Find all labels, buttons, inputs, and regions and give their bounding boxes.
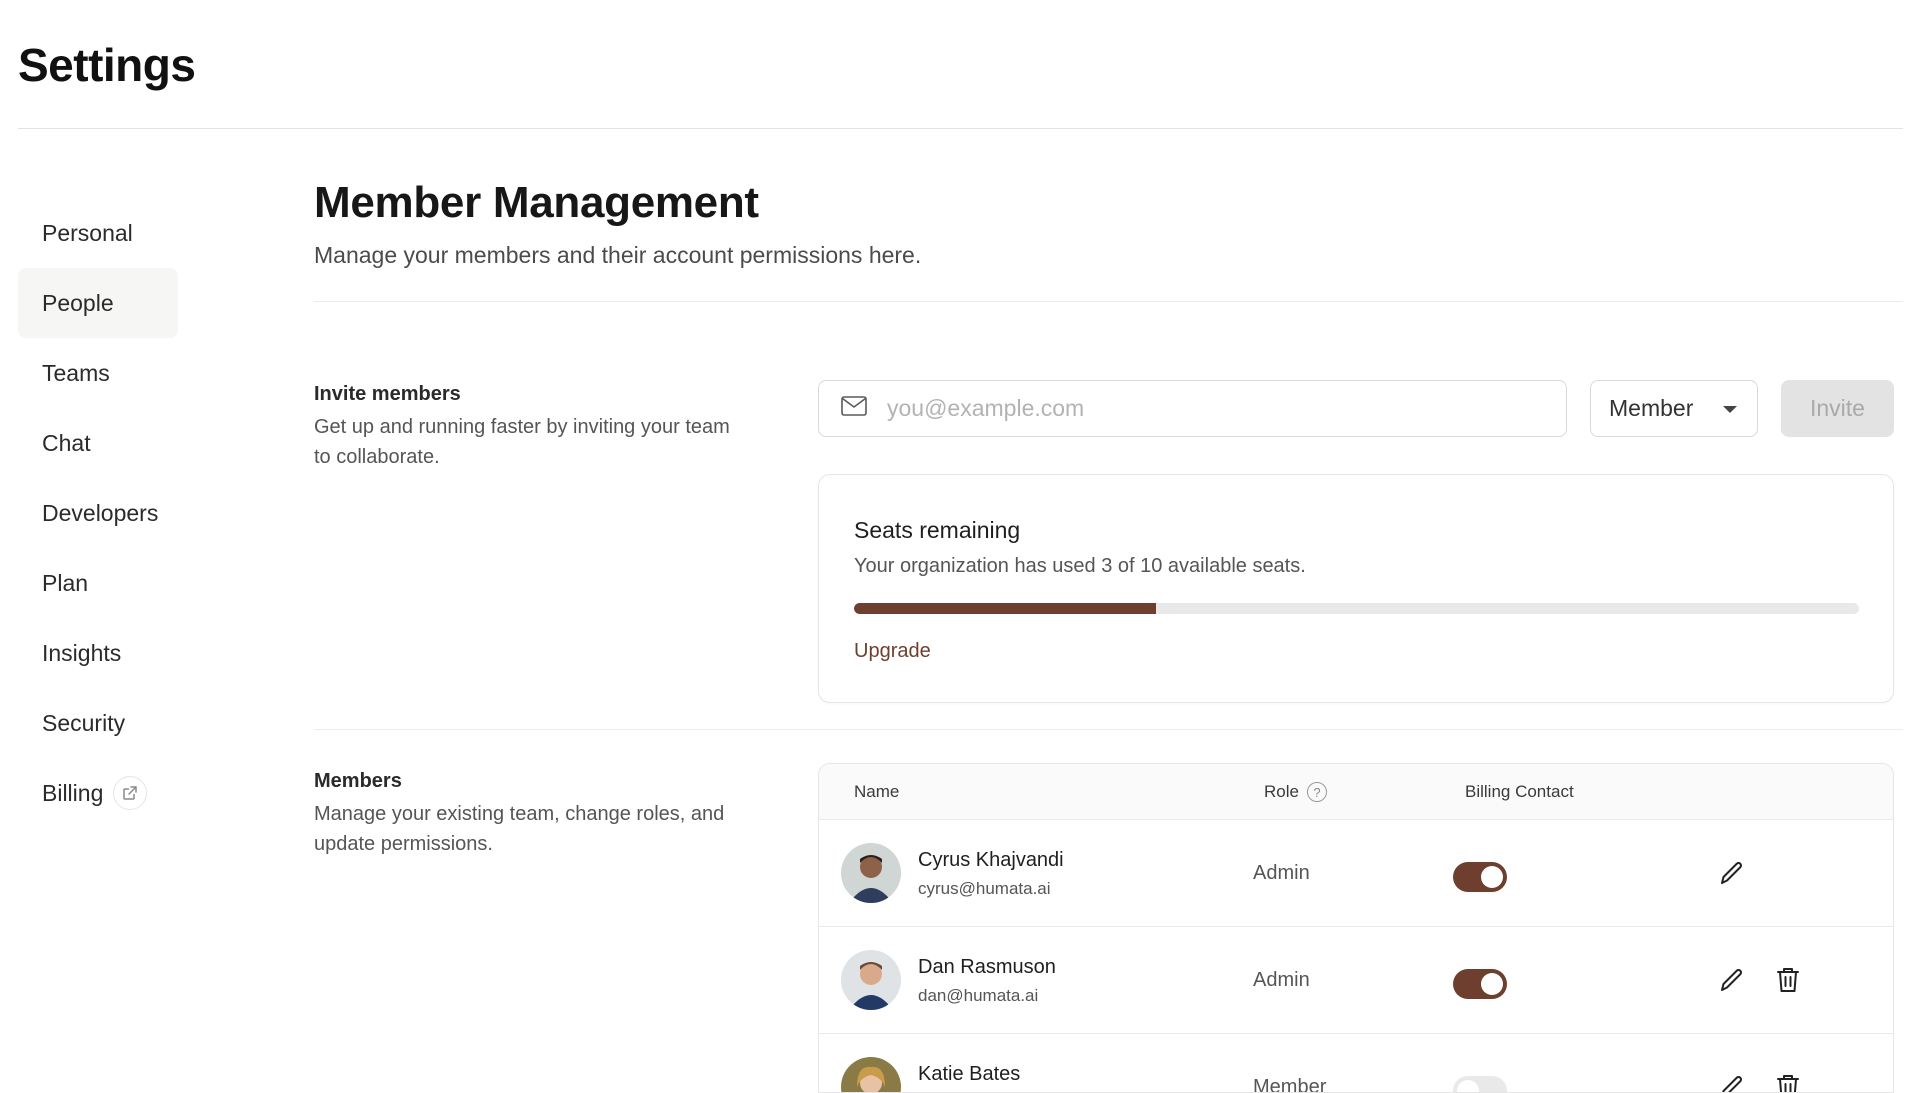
external-link-icon <box>113 776 148 810</box>
billing-contact-toggle[interactable] <box>1453 862 1507 892</box>
help-icon[interactable]: ? <box>1306 782 1327 802</box>
page-title: Settings <box>18 39 196 91</box>
mail-icon <box>841 396 867 421</box>
table-row: Katie Bates Member <box>819 1034 1893 1093</box>
email-field[interactable] <box>818 380 1567 437</box>
seats-title: Seats remaining <box>854 517 1021 543</box>
sidebar-item-label: Chat <box>42 429 91 456</box>
sidebar-item-label: Security <box>42 709 126 736</box>
email-input[interactable] <box>887 395 1527 422</box>
member-name: Dan Rasmuson <box>918 956 1056 978</box>
column-header-role: Role ? <box>1264 782 1327 802</box>
trash-icon[interactable] <box>1773 965 1803 995</box>
sidebar-item-label: Insights <box>42 639 122 666</box>
billing-contact-toggle[interactable] <box>1453 1076 1507 1092</box>
avatar <box>841 843 901 903</box>
trash-icon[interactable] <box>1773 1072 1803 1092</box>
edit-icon[interactable] <box>1717 965 1747 995</box>
upgrade-link[interactable]: Upgrade <box>854 640 931 663</box>
divider <box>314 301 1903 302</box>
member-role: Admin <box>1253 862 1310 884</box>
sidebar-item-teams[interactable]: Teams <box>18 338 178 408</box>
caret-down-icon <box>1723 406 1737 413</box>
member-role: Admin <box>1253 969 1310 991</box>
seats-progress-bar <box>854 603 1859 614</box>
sidebar-item-developers[interactable]: Developers <box>18 478 178 548</box>
column-header-name: Name <box>854 782 899 802</box>
toggle-knob <box>1481 973 1503 995</box>
edit-icon[interactable] <box>1717 858 1747 888</box>
member-name: Cyrus Khajvandi <box>918 849 1064 871</box>
table-header: Name Role ? Billing Contact <box>819 764 1893 820</box>
sidebar-item-label: Billing <box>42 779 104 806</box>
column-header-label: Billing Contact <box>1465 782 1574 801</box>
column-header-label: Name <box>854 782 900 801</box>
sidebar-item-billing[interactable]: Billing <box>18 758 178 828</box>
sidebar-item-label: Teams <box>42 359 110 386</box>
toggle-knob <box>1457 1080 1479 1092</box>
invite-description: Get up and running faster by inviting yo… <box>314 416 730 468</box>
member-email: dan@humata.ai <box>918 986 1039 1005</box>
sidebar-item-label: People <box>42 289 114 316</box>
member-role: Member <box>1253 1076 1327 1093</box>
divider <box>314 729 1903 730</box>
members-section-label: Members Manage your existing team, chang… <box>314 770 734 859</box>
sidebar-item-insights[interactable]: Insights <box>18 618 178 688</box>
role-select[interactable]: Member <box>1590 380 1758 437</box>
sidebar-item-label: Personal <box>42 219 133 246</box>
avatar <box>841 1057 901 1092</box>
role-select-value: Member <box>1609 395 1694 421</box>
column-header-billing: Billing Contact <box>1465 782 1574 802</box>
members-heading: Members <box>314 770 402 792</box>
sidebar-item-chat[interactable]: Chat <box>18 408 178 478</box>
members-table: Name Role ? Billing Contact Cyrus Khajva… <box>818 763 1894 1093</box>
section-title: Member Management <box>314 178 759 227</box>
sidebar-item-security[interactable]: Security <box>18 688 178 758</box>
section-subtitle: Manage your members and their account pe… <box>314 242 922 268</box>
table-row: Dan Rasmuson dan@humata.ai Admin <box>819 927 1893 1034</box>
sidebar-item-label: Plan <box>42 569 89 596</box>
toggle-knob <box>1481 866 1503 888</box>
sidebar-item-plan[interactable]: Plan <box>18 548 178 618</box>
seats-description: Your organization has used 3 of 10 avail… <box>854 555 1306 577</box>
billing-contact-toggle[interactable] <box>1453 969 1507 999</box>
sidebar-item-people[interactable]: People <box>18 268 178 338</box>
invite-heading: Invite members <box>314 383 461 405</box>
table-row: Cyrus Khajvandi cyrus@humata.ai Admin <box>819 820 1893 927</box>
column-header-label: Role <box>1264 782 1299 801</box>
member-name: Katie Bates <box>918 1063 1021 1085</box>
members-description: Manage your existing team, change roles,… <box>314 803 725 855</box>
invite-button[interactable]: Invite <box>1781 380 1894 437</box>
header-divider <box>18 128 1903 129</box>
sidebar-nav: Personal People Teams Chat Developers Pl… <box>18 198 178 828</box>
edit-icon[interactable] <box>1717 1072 1747 1092</box>
seats-card: Seats remaining Your organization has us… <box>818 474 1894 703</box>
avatar <box>841 950 901 1010</box>
invite-section-label: Invite members Get up and running faster… <box>314 383 734 472</box>
sidebar-item-label: Developers <box>42 499 159 526</box>
seats-progress-fill <box>854 603 1156 614</box>
member-email: cyrus@humata.ai <box>918 879 1051 898</box>
sidebar-item-personal[interactable]: Personal <box>18 198 178 268</box>
